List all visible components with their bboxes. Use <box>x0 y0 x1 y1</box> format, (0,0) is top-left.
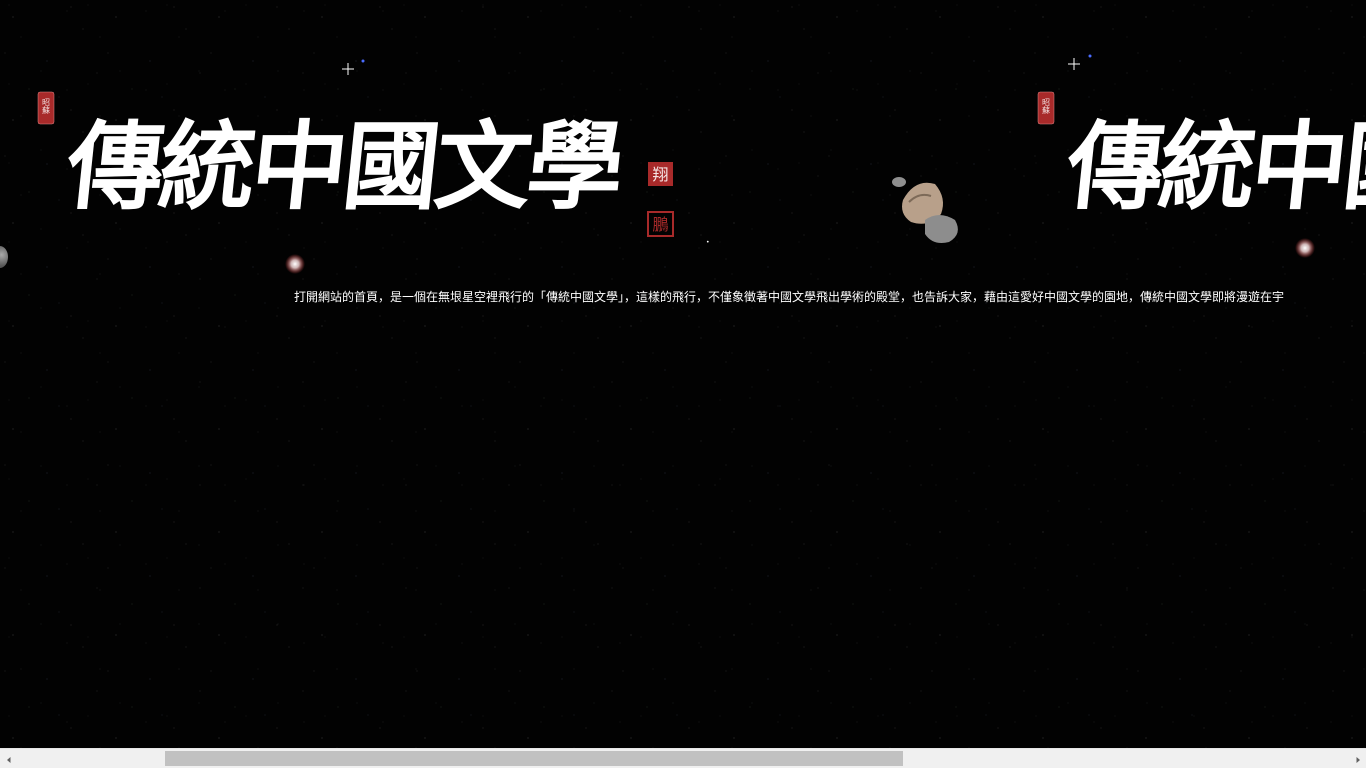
seal-right-bottom: 鵬 <box>647 211 674 237</box>
seal-right-top: 翔 <box>648 162 673 186</box>
horizontal-scrollbar[interactable] <box>0 748 1366 768</box>
marquee-intro-text: 打開網站的首頁，是一個在無垠星空裡飛行的「傳統中國文學」，這樣的飛行，不僅象徵著… <box>294 290 1285 304</box>
asteroid-cluster <box>862 170 975 250</box>
comet-trail <box>20 254 305 274</box>
seal-right-top-text: 翔 <box>652 165 668 184</box>
arrow-right-icon <box>1354 749 1362 768</box>
seal-left: 昭蘇 <box>37 91 55 125</box>
calligraphy-title: 傳統中國文學 <box>1061 110 1366 223</box>
calligraphy-banner-repeat: 昭蘇 傳統中國文學 <box>1000 50 1366 280</box>
seal-right-bottom-text: 鵬 <box>652 215 668 234</box>
sparkle-star <box>1068 54 1092 70</box>
arrow-left-icon <box>5 749 13 768</box>
seal-left-text: 昭蘇 <box>1042 98 1051 115</box>
calligraphy-title: 傳統中國文學 <box>61 110 627 223</box>
scrollbar-thumb[interactable] <box>165 751 903 766</box>
comet-trail <box>1030 238 1315 258</box>
sparkle-star: • <box>706 239 710 246</box>
page-viewport: 昭蘇 傳統中國文學 翔 鵬 • 昭蘇 傳統中國文學 打開網站的首頁，是一個在無垠… <box>0 0 1366 748</box>
scroll-left-button[interactable] <box>0 749 17 768</box>
seal-left-text: 昭蘇 <box>42 98 51 115</box>
calligraphy-banner: 昭蘇 傳統中國文學 翔 鵬 <box>0 50 720 280</box>
scroll-right-button[interactable] <box>1349 749 1366 768</box>
sparkle-star <box>342 59 365 75</box>
seal-left: 昭蘇 <box>1037 91 1055 125</box>
